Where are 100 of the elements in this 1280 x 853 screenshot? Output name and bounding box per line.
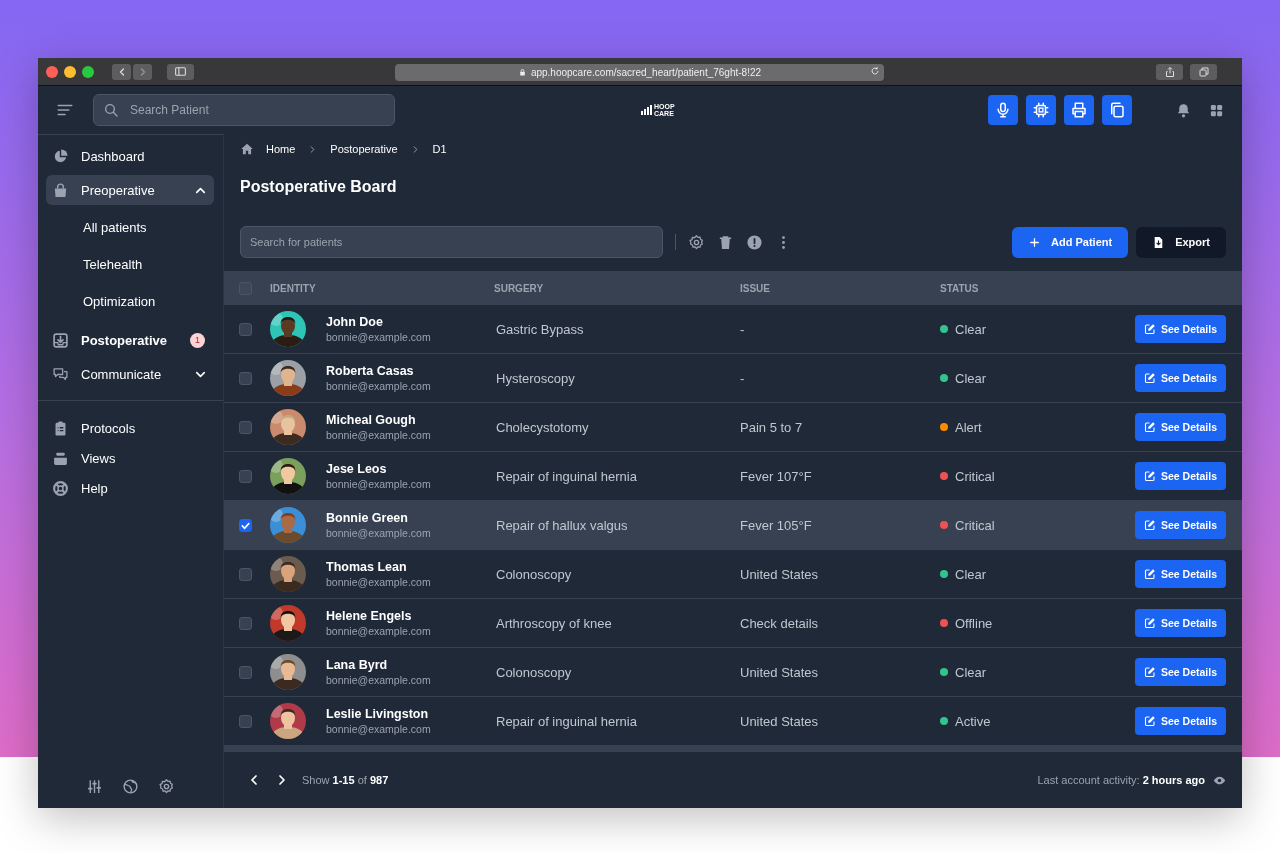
- see-details-button[interactable]: See Details: [1134, 462, 1226, 490]
- page-title: Postoperative Board: [240, 177, 398, 197]
- forward-button[interactable]: [133, 63, 152, 80]
- surgery-text: Hysteroscopy: [496, 370, 575, 386]
- alert-icon[interactable]: [746, 233, 763, 251]
- column-header: ISSUE: [740, 282, 770, 294]
- table-row[interactable]: Bonnie Green bonnie@example.com Repair of hallux valgus Fever 105°F Critical See Details: [224, 501, 1242, 550]
- copy-button[interactable]: [1102, 95, 1132, 125]
- column-header: SURGERY: [494, 282, 544, 294]
- surgery-text: Cholecystotomy: [496, 419, 589, 435]
- tabs-icon: [1197, 66, 1210, 78]
- see-details-button[interactable]: See Details: [1134, 609, 1226, 637]
- table-row[interactable]: Helene Engels bonnie@example.com Arthroscopy of knee Check details Offline See Details: [224, 599, 1242, 648]
- checkbox[interactable]: [239, 469, 252, 483]
- patient-name: Micheal Gough: [326, 413, 417, 427]
- checkbox[interactable]: [239, 616, 252, 630]
- search-field[interactable]: Search for patients: [240, 226, 663, 258]
- edit-icon: [1143, 470, 1156, 482]
- patient-name: Jese Leos: [326, 462, 388, 476]
- breadcrumb-link[interactable]: Postoperative: [330, 143, 398, 155]
- sidebar-item[interactable]: Communicate: [46, 359, 214, 389]
- patient-email: bonnie@example.com: [326, 674, 431, 686]
- column-header: IDENTITY: [270, 282, 316, 294]
- back-button[interactable]: [112, 63, 131, 80]
- sidebar-item[interactable]: Preoperative: [46, 175, 214, 205]
- checkbox[interactable]: [239, 371, 252, 385]
- pagination-info: Show 1-15 of 987: [302, 774, 389, 786]
- see-details-button[interactable]: See Details: [1134, 560, 1226, 588]
- table-row[interactable]: John Doe bonnie@example.com Gastric Bypass - Clear See Details: [224, 305, 1242, 354]
- sidebar-toggle-button[interactable]: [167, 63, 194, 80]
- checkbox[interactable]: [239, 518, 252, 532]
- apps-grid-icon[interactable]: [1209, 102, 1224, 118]
- table-row[interactable]: Micheal Gough bonnie@example.com Cholecystotomy Pain 5 to 7 Alert See Details: [224, 403, 1242, 452]
- edit-icon: [1143, 666, 1156, 678]
- surgery-text: Repair of hallux valgus: [496, 517, 628, 533]
- notification-bell-icon[interactable]: [1175, 101, 1192, 119]
- chip-button[interactable]: [1026, 95, 1056, 125]
- patient-name: Leslie Livingston: [326, 707, 430, 721]
- patient-name: John Doe: [326, 315, 384, 329]
- trash-icon[interactable]: [717, 233, 734, 251]
- table-row[interactable]: Thomas Lean bonnie@example.com Colonoscopy United States Clear See Details: [224, 550, 1242, 599]
- share-button[interactable]: [1156, 64, 1183, 80]
- search-icon: [103, 102, 119, 118]
- breadcrumb-link[interactable]: Home: [266, 143, 296, 155]
- patient-email: bonnie@example.com: [326, 625, 431, 637]
- settings-icon[interactable]: [157, 777, 175, 795]
- search-field[interactable]: Search Patient: [93, 94, 395, 126]
- sidebar-item[interactable]: Postoperative 1: [46, 325, 214, 355]
- breadcrumb-link[interactable]: D1: [432, 143, 447, 155]
- export-button[interactable]: Export: [1136, 226, 1226, 258]
- checkbox[interactable]: [239, 567, 252, 581]
- chat-bubbles-icon: [52, 365, 69, 383]
- patient-email: bonnie@example.com: [326, 527, 431, 539]
- sidebar-subitem[interactable]: All patients: [46, 209, 214, 246]
- globe-icon[interactable]: [121, 777, 139, 795]
- see-details-button[interactable]: See Details: [1134, 511, 1226, 539]
- surgery-text: Arthroscopy of knee: [496, 615, 612, 631]
- issue-text: Fever 105°F: [740, 517, 812, 533]
- settings-icon[interactable]: [688, 233, 705, 251]
- checkbox[interactable]: [239, 420, 252, 434]
- print-button[interactable]: [1064, 95, 1094, 125]
- sidebar-subitem[interactable]: Optimization: [46, 283, 214, 320]
- issue-text: -: [740, 321, 745, 337]
- table-row[interactable]: Roberta Casas bonnie@example.com Hysteroscopy - Clear See Details: [224, 354, 1242, 403]
- see-details-button[interactable]: See Details: [1134, 364, 1226, 392]
- patient-email: bonnie@example.com: [326, 331, 431, 343]
- patient-email: bonnie@example.com: [326, 723, 431, 735]
- sidebar-item[interactable]: Protocols: [46, 413, 214, 443]
- edit-icon: [1143, 421, 1156, 433]
- microphone-button[interactable]: [988, 95, 1018, 125]
- see-details-button[interactable]: See Details: [1134, 315, 1226, 343]
- address-bar[interactable]: app.hoopcare.com/sacred_heart/patient_76ght-8!22: [395, 64, 884, 81]
- patient-name: Bonnie Green: [326, 511, 409, 525]
- patient-email: bonnie@example.com: [326, 576, 431, 588]
- plus-icon: [1028, 235, 1042, 249]
- add-patient-button[interactable]: Add Patient: [1012, 226, 1129, 258]
- see-details-button[interactable]: See Details: [1134, 413, 1226, 441]
- edit-icon: [1143, 372, 1156, 384]
- sidebar-item[interactable]: Views: [46, 443, 214, 473]
- maximize-dot[interactable]: [82, 65, 94, 78]
- surgery-text: Colonoscopy: [496, 566, 572, 582]
- sidebar-item[interactable]: Help: [46, 473, 214, 503]
- column-header: STATUS: [940, 282, 979, 294]
- issue-text: United States: [740, 713, 819, 729]
- close-dot[interactable]: [46, 65, 58, 78]
- checkbox[interactable]: [239, 665, 252, 679]
- see-details-button[interactable]: See Details: [1134, 707, 1226, 735]
- checkbox[interactable]: [239, 714, 252, 728]
- patient-email: bonnie@example.com: [326, 478, 431, 490]
- sidebar-item[interactable]: Dashboard: [46, 141, 214, 171]
- tabs-button[interactable]: [1190, 64, 1217, 80]
- table-row[interactable]: Lana Byrd bonnie@example.com Colonoscopy United States Clear See Details: [224, 648, 1242, 697]
- minimize-dot[interactable]: [64, 65, 76, 78]
- see-details-button[interactable]: See Details: [1134, 658, 1226, 686]
- sliders-icon[interactable]: [85, 777, 103, 795]
- patient-name: Thomas Lean: [326, 560, 408, 574]
- checkbox[interactable]: [239, 322, 252, 336]
- sidebar-subitem[interactable]: Telehealth: [46, 246, 214, 283]
- sidebar-icon: [174, 65, 187, 78]
- share-icon: [1163, 66, 1176, 78]
